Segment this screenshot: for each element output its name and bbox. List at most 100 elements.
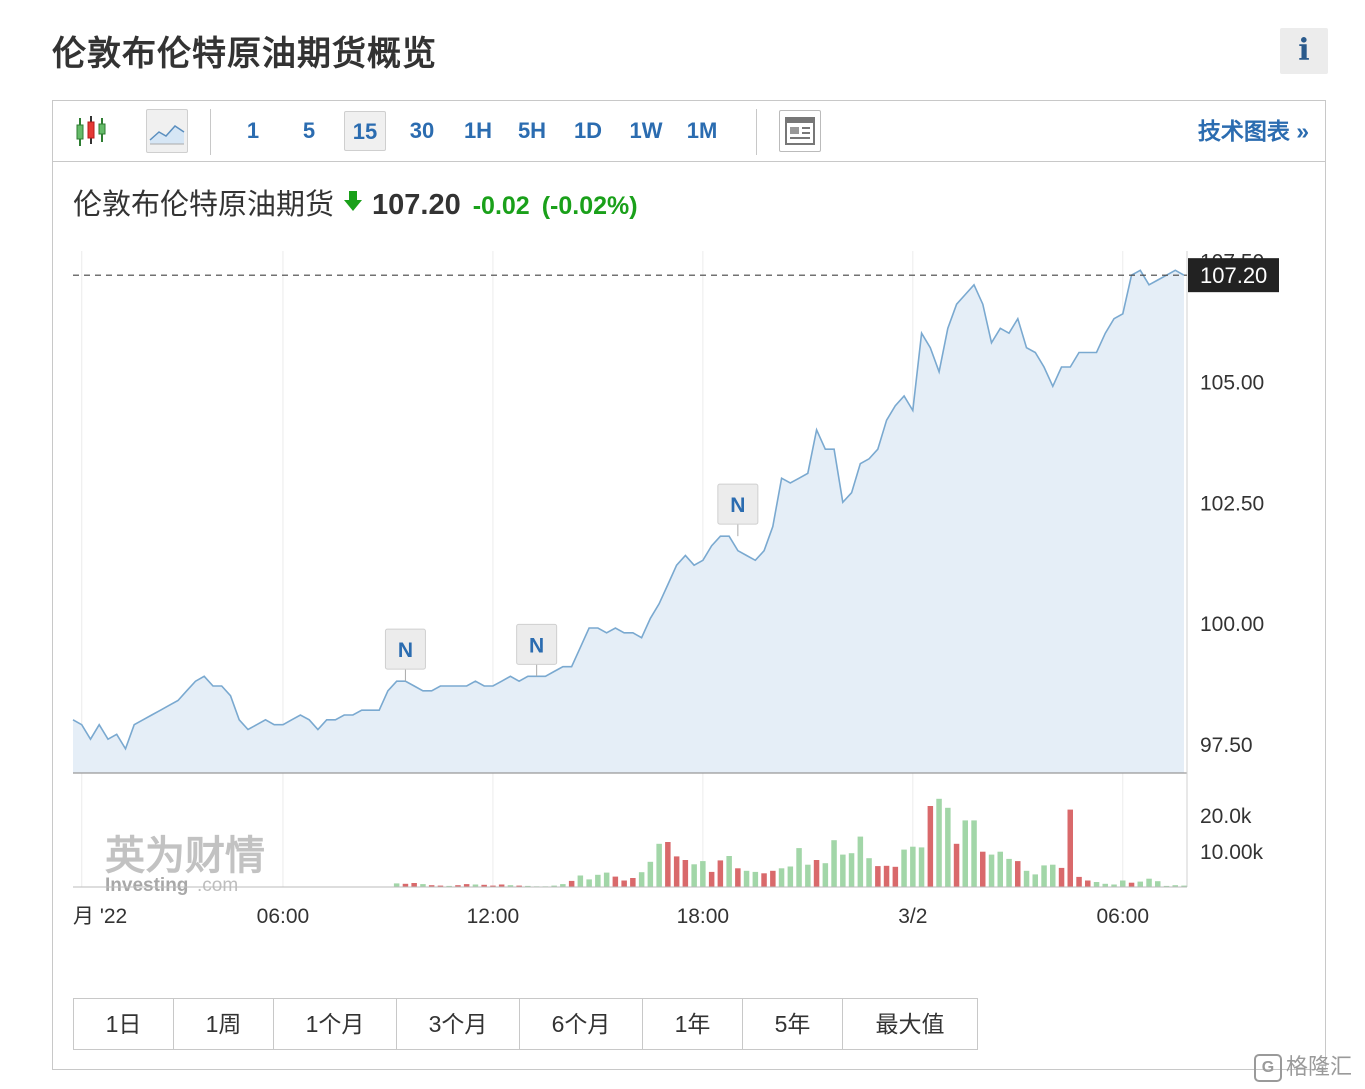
volume-bar [971, 820, 977, 887]
y-tick-label: 102.50 [1200, 492, 1264, 515]
volume-bar [962, 820, 968, 887]
volume-bar [682, 860, 689, 887]
volume-bar [910, 846, 916, 887]
volume-bar [857, 836, 864, 887]
x-tick-label: 3/2 [898, 905, 927, 928]
watermark-cn: 英为财情 [105, 834, 265, 878]
volume-bar [691, 864, 697, 887]
volume-bar [656, 843, 662, 887]
volume-bar [1015, 861, 1021, 887]
range-button-3[interactable]: 3个月 [397, 999, 520, 1049]
x-tick-label: 月 '22 [73, 905, 127, 928]
volume-bar [708, 871, 715, 887]
volume-bar [638, 872, 645, 887]
volume-bar [761, 873, 767, 887]
range-button-2[interactable]: 1个月 [274, 999, 397, 1049]
volume-bar [831, 840, 837, 887]
volume-bar [796, 848, 802, 887]
volume-bar [595, 874, 601, 887]
page-title: 伦敦布伦特原油期货概览 [52, 35, 437, 73]
volume-tick-label: 10.00k [1200, 841, 1264, 864]
volume-bar [997, 851, 1003, 887]
volume-bar [411, 883, 417, 887]
volume-bar [1023, 870, 1030, 887]
volume-bar [1058, 867, 1065, 887]
chart-panel: 1 5 15 30 1H 5H 1D 1W 1M 技术图表 » 伦敦布伦特原油期货 107.20-… [52, 100, 1326, 1070]
volume-bar [717, 860, 724, 887]
corner-logo-text: 格隆汇 [1286, 1054, 1353, 1079]
y-tick-label: 105.00 [1200, 372, 1264, 395]
x-tick-label: 06:00 [1096, 905, 1149, 928]
volume-bar [875, 866, 881, 887]
volume-bar [603, 872, 610, 887]
x-tick-label: 18:00 [677, 905, 730, 928]
range-button-6[interactable]: 5年 [743, 999, 843, 1049]
news-marker-label: N [398, 639, 413, 662]
volume-bar [586, 879, 592, 887]
volume-bar [813, 860, 820, 887]
volume-bar [1050, 864, 1056, 887]
watermark-en: Investing [105, 875, 188, 896]
volume-bar [918, 847, 925, 887]
volume-bar [927, 806, 934, 887]
y-tick-label: 100.00 [1200, 613, 1264, 636]
volume-bar [1093, 882, 1100, 887]
volume-bar [778, 868, 785, 887]
volume-bar [665, 842, 671, 887]
price-chart[interactable]: 英为财情Investing.com107.50105.00102.50100.0… [53, 101, 1325, 981]
volume-bar [647, 861, 654, 887]
volume-bar [1041, 865, 1047, 887]
volume-bar [621, 880, 627, 887]
volume-bar [1146, 878, 1152, 887]
volume-bar [866, 858, 872, 887]
volume-bar [953, 843, 960, 887]
volume-bar [1155, 881, 1161, 887]
price-area [73, 270, 1184, 773]
volume-bar [752, 871, 759, 887]
volume-bar [1128, 882, 1135, 887]
volume-bar [1032, 874, 1038, 887]
volume-bar [743, 870, 750, 887]
volume-bar [630, 878, 636, 887]
news-marker-label: N [730, 494, 745, 517]
volume-bar [577, 875, 584, 887]
volume-bar [980, 851, 986, 887]
volume-bar [612, 876, 619, 887]
range-button-0[interactable]: 1日 [74, 999, 174, 1049]
volume-bar [1006, 858, 1012, 887]
volume-bar [787, 866, 794, 887]
volume-bar [770, 870, 776, 887]
volume-bar [568, 880, 575, 887]
corner-logo: G 格隆汇 [1254, 1050, 1352, 1084]
range-button-1[interactable]: 1周 [174, 999, 274, 1049]
volume-bar [726, 856, 732, 887]
volume-bar [735, 868, 741, 887]
news-marker-label: N [529, 634, 544, 657]
volume-bar [805, 864, 811, 887]
volume-bar [848, 853, 855, 887]
volume-bar [883, 865, 890, 887]
x-tick-label: 12:00 [467, 905, 520, 928]
range-button-5[interactable]: 1年 [643, 999, 743, 1049]
info-button[interactable]: i [1280, 28, 1328, 74]
volume-bar [1085, 880, 1091, 887]
volume-bar [892, 866, 899, 887]
range-button-7[interactable]: 最大值 [843, 999, 977, 1049]
volume-bar [700, 861, 706, 887]
volume-tick-label: 20.0k [1200, 805, 1252, 828]
volume-bar [1067, 809, 1073, 887]
volume-bar [673, 856, 680, 887]
volume-bar [1120, 880, 1126, 887]
current-price-label: 107.20 [1200, 263, 1267, 288]
watermark-suffix: .com [197, 875, 238, 896]
volume-bar [936, 798, 942, 887]
volume-bar [1137, 881, 1143, 887]
volume-bar [393, 883, 400, 887]
volume-bar [1076, 876, 1082, 887]
gelonghui-logo-icon: G [1254, 1054, 1282, 1083]
time-range-selector: 1日 1周 1个月 3个月 6个月 1年 5年 最大值 [73, 998, 978, 1050]
range-button-4[interactable]: 6个月 [520, 999, 643, 1049]
volume-bar [901, 849, 907, 887]
y-tick-label: 97.50 [1200, 734, 1253, 757]
volume-bar [945, 807, 951, 887]
